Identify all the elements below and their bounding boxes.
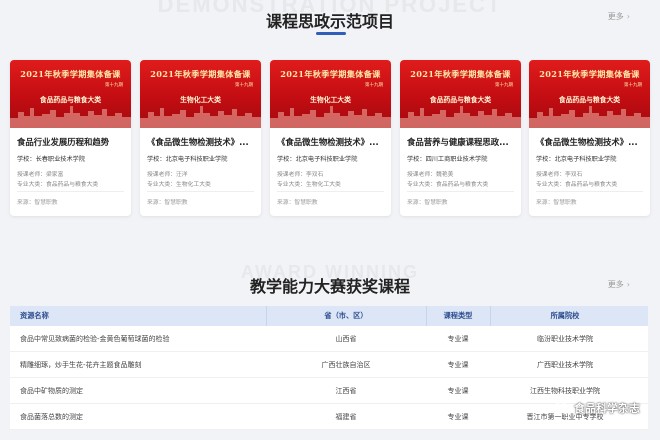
banner-title: 2021年秋季学期集体备课 xyxy=(539,69,640,79)
course-school: 学校：北京电子科技职业学院 xyxy=(277,156,358,163)
course-source: 来源：智慧职教 xyxy=(536,200,577,206)
course-card[interactable]: 2021年秋季学期集体备课 第十九期 生物化工大类 《食品微生物检测技术》...… xyxy=(270,60,391,216)
course-school: 学校：四川工商职业技术学院 xyxy=(407,156,488,163)
course-major: 专业大类：食品药品与粮食大类 xyxy=(17,182,99,188)
cell-school: 临汾职业技术学院 xyxy=(537,335,593,343)
card-divider xyxy=(407,191,514,192)
course-major: 专业大类：食品药品与粮食大类 xyxy=(407,182,489,188)
header-school: 所属院校 xyxy=(550,311,580,320)
city-skyline-graphic xyxy=(270,106,391,128)
course-source: 来源：智慧职教 xyxy=(147,200,188,206)
more-label: 更多 xyxy=(607,12,624,21)
course-banner: 2021年秋季学期集体备课 第十九期 生物化工大类 xyxy=(270,60,391,128)
table-row[interactable]: 精雕细琢，炒手生花-花卉主题食品雕刻 广西壮族自治区 专业课 广西职业技术学院 xyxy=(10,352,648,378)
cell-province: 福建省 xyxy=(335,413,357,421)
course-teacher: 授课老师：李双石 xyxy=(536,172,583,178)
award-course-table: 资源名称 省（市、区） 课程类型 所属院校 食品中常见致病菌的检验-金黄色葡萄球… xyxy=(10,306,648,430)
course-name[interactable]: 食品行业发展历程和趋势 xyxy=(17,136,124,148)
header-resource-name: 资源名称 xyxy=(20,311,49,320)
section2-title: 教学能力大赛获奖课程 xyxy=(249,277,410,296)
banner-category: 食品药品与粮食大类 xyxy=(558,96,621,104)
cell-resource-name[interactable]: 食品中矿物质的测定 xyxy=(20,378,83,404)
cell-course-type: 专业课 xyxy=(447,361,469,369)
cell-course-type: 专业课 xyxy=(447,387,469,395)
cell-course-type: 专业课 xyxy=(447,413,469,421)
header-course-type: 课程类型 xyxy=(443,311,473,320)
section1-title-underline xyxy=(316,32,346,35)
banner-session: 第十九期 xyxy=(495,83,513,88)
course-school: 学校：长春职业技术学院 xyxy=(17,156,86,163)
course-major: 专业大类：食品药品与粮食大类 xyxy=(536,182,618,188)
course-source: 来源：智慧职教 xyxy=(277,200,318,206)
banner-category: 食品药品与粮食大类 xyxy=(39,96,102,104)
section1-title: 课程思政示范项目 xyxy=(265,12,394,31)
card-divider xyxy=(536,191,643,192)
course-school: 学校：北京电子科技职业学院 xyxy=(536,156,617,163)
section1-more-link[interactable]: 更多 › xyxy=(608,11,630,22)
banner-title: 2021年秋季学期集体备课 xyxy=(410,69,511,79)
course-name[interactable]: 食品营养与健康课程思政... xyxy=(407,136,514,148)
cell-resource-name[interactable]: 精雕细琢，炒手生花-花卉主题食品雕刻 xyxy=(20,352,142,378)
banner-title: 2021年秋季学期集体备课 xyxy=(20,69,121,79)
course-source: 来源：智慧职教 xyxy=(17,200,58,206)
course-source: 来源：智慧职教 xyxy=(407,200,448,206)
cell-resource-name[interactable]: 食品菌落总数的测定 xyxy=(20,404,83,430)
card-divider xyxy=(147,191,254,192)
course-banner: 2021年秋季学期集体备课 第十九期 食品药品与粮食大类 xyxy=(529,60,650,128)
course-teacher: 授课老师：梁家富 xyxy=(17,172,64,178)
course-card[interactable]: 2021年秋季学期集体备课 第十九期 生物化工大类 《食品微生物检测技术》...… xyxy=(140,60,261,216)
course-name[interactable]: 《食品微生物检测技术》... xyxy=(147,136,254,148)
course-name[interactable]: 《食品微生物检测技术》... xyxy=(277,136,384,148)
wechat-watermark: 食品科学杂志 xyxy=(555,398,640,418)
course-card[interactable]: 2021年秋季学期集体备课 第十九期 食品药品与粮食大类 《食品微生物检测技术》… xyxy=(529,60,650,216)
card-divider xyxy=(17,191,124,192)
table-header: 资源名称 省（市、区） 课程类型 所属院校 xyxy=(10,306,648,326)
city-skyline-graphic xyxy=(140,106,261,128)
cell-province: 山西省 xyxy=(335,335,357,343)
course-teacher: 授课老师：汪洋 xyxy=(147,172,188,178)
chevron-right-icon: › xyxy=(626,12,630,21)
course-major: 专业大类：生物化工大类 xyxy=(147,182,211,188)
course-major: 专业大类：生物化工大类 xyxy=(277,182,341,188)
city-skyline-graphic xyxy=(400,106,521,128)
banner-session: 第十九期 xyxy=(105,83,123,88)
cell-province: 江西省 xyxy=(335,387,357,395)
cell-resource-name[interactable]: 食品中常见致病菌的检验-金黄色葡萄球菌的检验 xyxy=(20,326,170,352)
course-card[interactable]: 2021年秋季学期集体备课 第十九期 食品药品与粮食大类 食品营养与健康课程思政… xyxy=(400,60,521,216)
table-row[interactable]: 食品中常见致病菌的检验-金黄色葡萄球菌的检验 山西省 专业课 临汾职业技术学院 xyxy=(10,326,648,352)
wechat-account-name: 食品科学杂志 xyxy=(574,402,640,415)
banner-title: 2021年秋季学期集体备课 xyxy=(280,69,381,79)
course-school: 学校：北京电子科技职业学院 xyxy=(147,156,228,163)
table-row[interactable]: 食品中矿物质的测定 江西省 专业课 江西生物科技职业学院 xyxy=(10,378,648,404)
course-teacher: 授课老师：魏艳美 xyxy=(407,172,454,178)
chevron-right-icon: › xyxy=(626,280,630,289)
more-label: 更多 xyxy=(607,280,624,289)
header-province: 省（市、区） xyxy=(324,311,368,320)
cell-province: 广西壮族自治区 xyxy=(321,361,371,369)
banner-category: 生物化工大类 xyxy=(180,96,221,104)
section2-more-link[interactable]: 更多 › xyxy=(608,279,630,290)
city-skyline-graphic xyxy=(10,106,131,128)
course-banner: 2021年秋季学期集体备课 第十九期 食品药品与粮食大类 xyxy=(10,60,131,128)
course-name[interactable]: 《食品微生物检测技术》... xyxy=(536,136,643,148)
course-banner: 2021年秋季学期集体备课 第十九期 生物化工大类 xyxy=(140,60,261,128)
city-skyline-graphic xyxy=(529,106,650,128)
banner-category: 食品药品与粮食大类 xyxy=(429,96,492,104)
wechat-icon xyxy=(555,401,571,415)
cell-course-type: 专业课 xyxy=(447,335,469,343)
course-card-list: 2021年秋季学期集体备课 第十九期 食品药品与粮食大类 食品行业发展历程和趋势… xyxy=(10,60,650,216)
table-row[interactable]: 食品菌落总数的测定 福建省 专业课 晋江市第一职业中专学校 xyxy=(10,404,648,430)
cell-school: 广西职业技术学院 xyxy=(537,361,593,369)
card-divider xyxy=(277,191,384,192)
course-card[interactable]: 2021年秋季学期集体备课 第十九期 食品药品与粮食大类 食品行业发展历程和趋势… xyxy=(10,60,131,216)
banner-title: 2021年秋季学期集体备课 xyxy=(150,69,251,79)
banner-session: 第十九期 xyxy=(365,83,383,88)
course-banner: 2021年秋季学期集体备课 第十九期 食品药品与粮食大类 xyxy=(400,60,521,128)
course-teacher: 授课老师：李双石 xyxy=(277,172,324,178)
banner-session: 第十九期 xyxy=(235,83,253,88)
banner-session: 第十九期 xyxy=(624,83,642,88)
banner-category: 生物化工大类 xyxy=(310,96,351,104)
